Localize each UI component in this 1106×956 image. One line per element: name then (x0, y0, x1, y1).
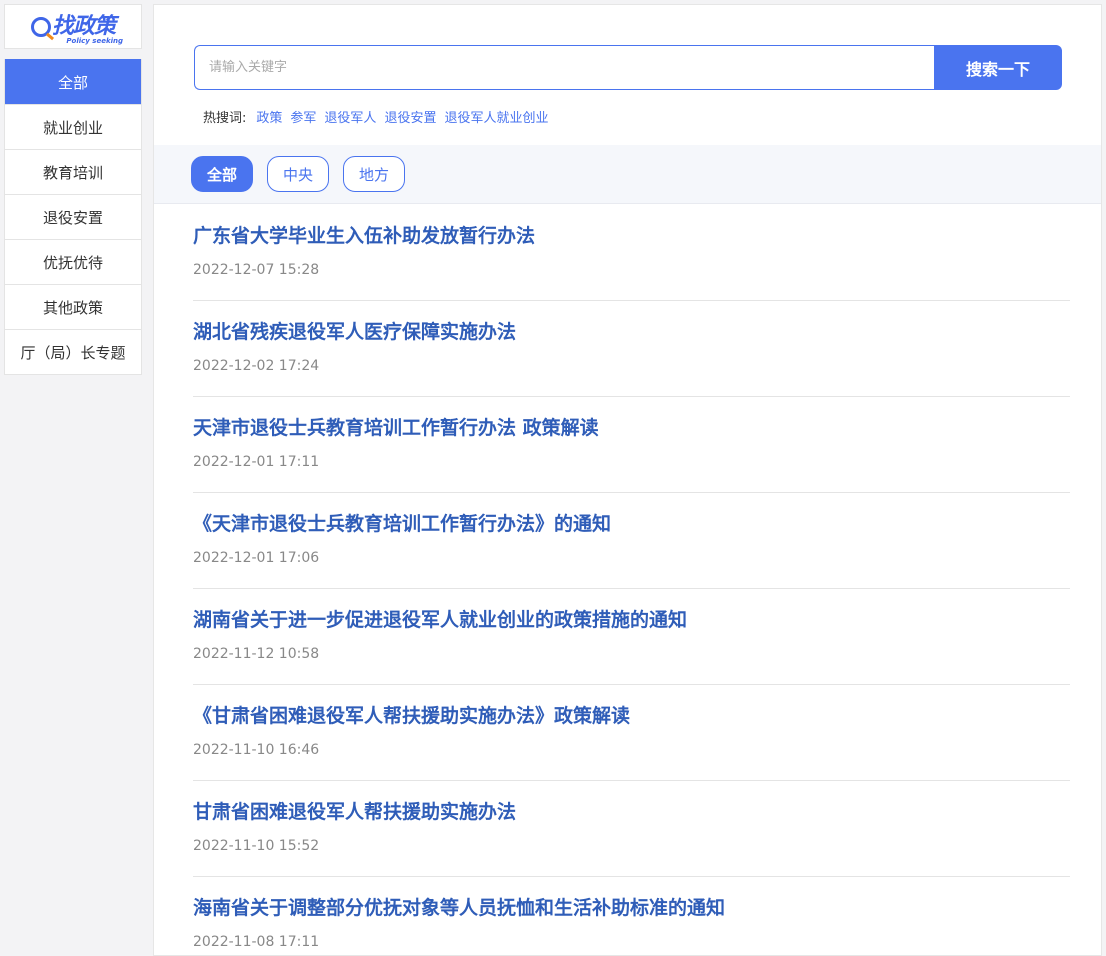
hot-word-veteran-employment[interactable]: 退役军人就业创业 (444, 107, 548, 126)
policy-title-link[interactable]: 湖南省关于进一步促进退役军人就业创业的政策措施的通知 (193, 607, 1070, 633)
policy-date: 2022-12-01 17:06 (193, 550, 320, 566)
policy-title-link[interactable]: 甘肃省困难退役军人帮扶援助实施办法 (193, 799, 1070, 825)
nav-item-resettlement[interactable]: 退役安置 (5, 194, 141, 239)
nav-item-other[interactable]: 其他政策 (5, 284, 141, 329)
search-input[interactable] (194, 45, 934, 90)
hot-keywords-label: 热搜词: (203, 111, 247, 126)
tab-all[interactable]: 全部 (191, 156, 254, 192)
search-bar: 搜索一下 (194, 45, 1062, 90)
policy-date: 2022-11-08 17:11 (193, 934, 320, 950)
policy-date: 2022-11-12 10:58 (193, 646, 320, 662)
policy-date: 2022-12-01 17:11 (193, 454, 320, 470)
hot-word-veterans[interactable]: 退役军人 (324, 107, 376, 126)
policy-title-link[interactable]: 广东省大学毕业生入伍补助发放暂行办法 (193, 223, 1070, 249)
policy-list: 广东省大学毕业生入伍补助发放暂行办法 2022-12-07 15:28 湖北省残… (193, 205, 1070, 955)
list-item: 海南省关于调整部分优抚对象等人员抚恤和生活补助标准的通知 2022-11-08 … (193, 877, 1070, 955)
search-button[interactable]: 搜索一下 (934, 45, 1062, 90)
policy-title-link[interactable]: 湖北省残疾退役军人医疗保障实施办法 (193, 319, 1070, 345)
policy-title-link[interactable]: 海南省关于调整部分优抚对象等人员抚恤和生活补助标准的通知 (193, 895, 1070, 921)
policy-title-link[interactable]: 《天津市退役士兵教育培训工作暂行办法》的通知 (193, 511, 1070, 537)
hot-word-enlist[interactable]: 参军 (290, 107, 316, 126)
policy-title-link[interactable]: 《甘肃省困难退役军人帮扶援助实施办法》政策解读 (193, 703, 1070, 729)
tab-central[interactable]: 中央 (267, 156, 330, 192)
logo-subtitle: Policy seeking (66, 37, 123, 45)
list-item: 广东省大学毕业生入伍补助发放暂行办法 2022-12-07 15:28 (193, 205, 1070, 301)
policy-date: 2022-11-10 16:46 (193, 742, 320, 758)
nav-item-preferential[interactable]: 优抚优待 (5, 239, 141, 284)
category-nav: 全部 就业创业 教育培训 退役安置 优抚优待 其他政策 厅（局）长专题 (4, 59, 142, 375)
nav-item-employment[interactable]: 就业创业 (5, 104, 141, 149)
logo-mark: 找政策 (30, 13, 116, 39)
nav-item-education[interactable]: 教育培训 (5, 149, 141, 194)
policy-title-link[interactable]: 天津市退役士兵教育培训工作暂行办法 政策解读 (193, 415, 1070, 441)
list-item: 《甘肃省困难退役军人帮扶援助实施办法》政策解读 2022-11-10 16:46 (193, 685, 1070, 781)
hot-word-resettlement[interactable]: 退役安置 (384, 107, 436, 126)
logo-text: 找政策 (51, 13, 116, 39)
nav-item-director-topics[interactable]: 厅（局）长专题 (5, 329, 141, 374)
site-logo[interactable]: 找政策 Policy seeking (4, 4, 142, 49)
list-item: 湖南省关于进一步促进退役军人就业创业的政策措施的通知 2022-11-12 10… (193, 589, 1070, 685)
list-item: 《天津市退役士兵教育培训工作暂行办法》的通知 2022-12-01 17:06 (193, 493, 1070, 589)
main-panel: 搜索一下 热搜词: 政策 参军 退役军人 退役安置 退役军人就业创业 全部 中央… (153, 4, 1102, 956)
list-item: 湖北省残疾退役军人医疗保障实施办法 2022-12-02 17:24 (193, 301, 1070, 397)
list-item: 天津市退役士兵教育培训工作暂行办法 政策解读 2022-12-01 17:11 (193, 397, 1070, 493)
tab-local[interactable]: 地方 (343, 156, 406, 192)
hot-word-policy[interactable]: 政策 (256, 107, 282, 126)
nav-item-all[interactable]: 全部 (5, 59, 141, 104)
policy-date: 2022-12-02 17:24 (193, 358, 320, 374)
policy-date: 2022-12-07 15:28 (193, 262, 320, 278)
sidebar: 找政策 Policy seeking 全部 就业创业 教育培训 退役安置 优抚优… (4, 4, 142, 375)
hot-keywords: 热搜词: 政策 参军 退役军人 退役安置 退役军人就业创业 (203, 107, 548, 126)
scope-tabs: 全部 中央 地方 (154, 145, 1101, 204)
list-item: 甘肃省困难退役军人帮扶援助实施办法 2022-11-10 15:52 (193, 781, 1070, 877)
policy-date: 2022-11-10 15:52 (193, 838, 320, 854)
magnifier-icon (30, 16, 51, 37)
